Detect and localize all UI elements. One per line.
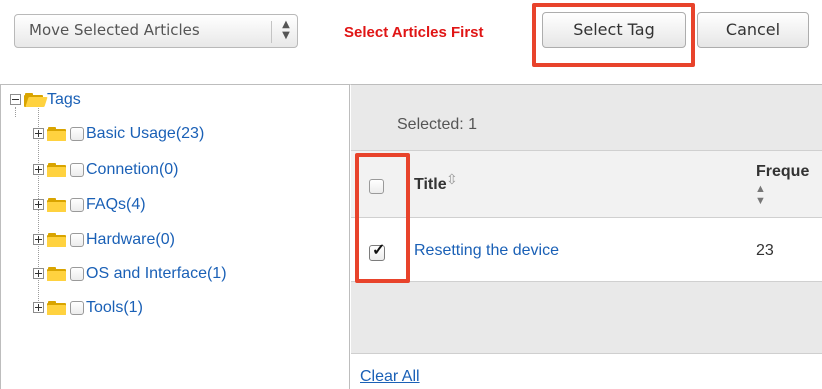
move-select-value: Move Selected Articles [29,21,200,39]
cancel-button[interactable]: Cancel [697,12,809,48]
tree-item-faqs[interactable]: FAQs(4) [33,196,146,220]
tree-root-tags[interactable]: Tags [10,91,81,115]
tree-item-label: Hardware(0) [86,231,175,248]
tree-item-hardware[interactable]: Hardware(0) [33,231,175,255]
expand-icon[interactable] [33,302,44,314]
expand-icon[interactable] [33,128,44,140]
tree-item-connetion[interactable]: Connetion(0) [33,161,179,185]
folder-icon [47,266,66,281]
tree-item-label: Connetion(0) [86,161,179,178]
sort-icon[interactable]: ▲ ▼ [755,183,766,207]
collapse-icon[interactable] [10,94,21,106]
tree-item-label: OS and Interface(1) [86,265,227,282]
select-divider [271,21,272,43]
folder-icon [47,197,66,212]
tree-item-checkbox[interactable] [70,266,84,281]
sort-icon[interactable]: ⇳ [446,171,458,188]
tree-item-checkbox[interactable] [70,126,84,141]
tree-item-checkbox[interactable] [70,300,84,315]
checkbox-column-highlight [355,153,410,283]
article-frequency: 23 [756,242,774,259]
folder-icon [47,300,66,315]
select-arrows-icon: ▲ ▼ [282,19,290,41]
folder-icon [47,232,66,247]
tree-item-checkbox[interactable] [70,162,84,177]
select-articles-warning: Select Articles First [344,24,484,41]
selected-label: Selected: [397,116,464,133]
tree-item-os-and-interface[interactable]: OS and Interface(1) [33,265,227,289]
selected-count-label: Selected: 1 [397,116,477,134]
tree-root-label: Tags [47,91,81,108]
tree-item-label: Basic Usage(23) [86,125,205,142]
tree-item-checkbox[interactable] [70,197,84,212]
clear-all-link[interactable]: Clear All [360,368,420,386]
column-header-title[interactable]: Title [414,176,447,194]
tree-item-basic-usage[interactable]: Basic Usage(23) [33,125,204,149]
expand-icon[interactable] [33,234,44,246]
expand-icon[interactable] [33,164,44,176]
column-header-frequency[interactable]: Freque [756,163,809,181]
tree-item-checkbox[interactable] [70,232,84,247]
article-title-link[interactable]: Resetting the device [414,242,559,260]
selected-count: 1 [468,116,478,133]
move-selected-articles-select[interactable]: Move Selected Articles ▲ ▼ [14,14,298,48]
expand-icon[interactable] [33,268,44,280]
tree-item-label: Tools(1) [86,299,143,316]
folder-open-icon [24,92,48,107]
tree-item-tools[interactable]: Tools(1) [33,299,143,323]
tree-item-label: FAQs(4) [86,196,146,213]
select-tag-highlight [532,3,695,67]
folder-icon [47,162,66,177]
folder-icon [47,126,66,141]
expand-icon[interactable] [33,199,44,211]
